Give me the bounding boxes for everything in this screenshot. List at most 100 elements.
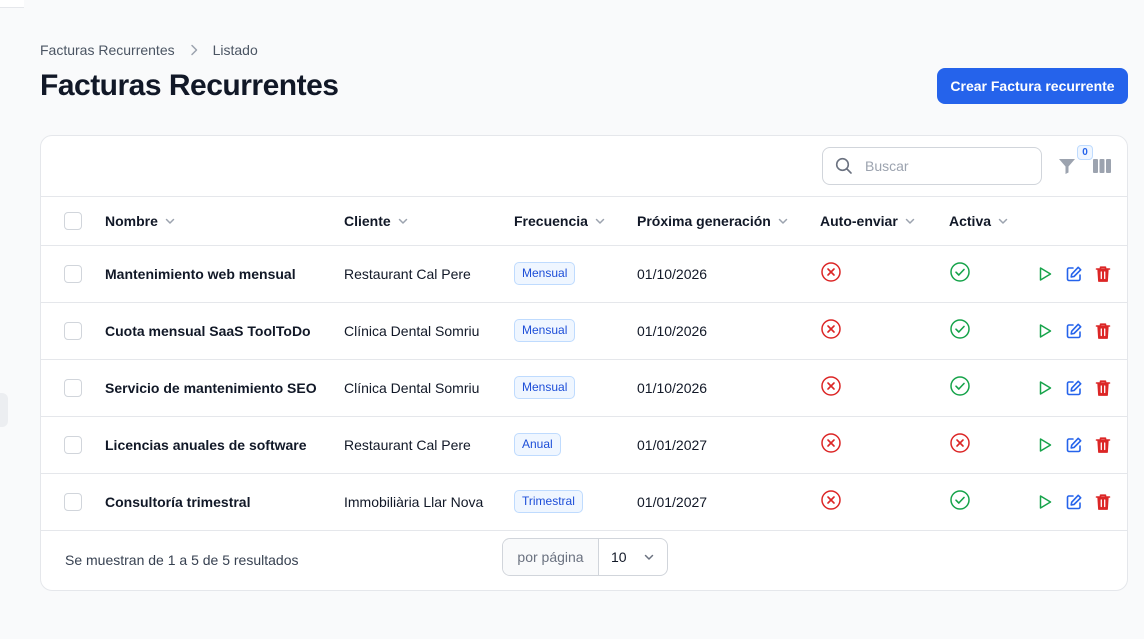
next-generation-date: 01/10/2026 (637, 379, 708, 396)
next-generation-date: 01/01/2027 (637, 493, 708, 510)
edit-icon[interactable] (1065, 265, 1083, 283)
invoice-name: Servicio de mantenimiento SEO (105, 379, 317, 396)
table-footer: Se muestran de 1 a 5 de 5 resultados por… (41, 531, 1127, 591)
invoice-name: Licencias anuales de software (105, 436, 307, 453)
chevron-down-icon (595, 218, 605, 224)
row-actions (1037, 379, 1127, 397)
column-label: Cliente (344, 212, 391, 229)
edit-icon[interactable] (1065, 493, 1083, 511)
row-checkbox[interactable] (64, 264, 82, 283)
column-header-frecuencia[interactable]: Frecuencia (514, 213, 606, 229)
column-label: Nombre (105, 212, 158, 229)
chevron-down-icon (165, 218, 175, 224)
row-actions (1037, 493, 1127, 511)
frequency-badge: Mensual (514, 262, 576, 285)
x-circle-icon (820, 261, 842, 283)
client-name: Restaurant Cal Pere (344, 265, 471, 282)
table-toolbar: 0 (41, 136, 1127, 197)
search-field[interactable] (822, 147, 1042, 185)
chevron-down-icon (998, 218, 1008, 224)
filter-icon[interactable] (1057, 156, 1077, 176)
column-label: Próxima generación (637, 212, 771, 229)
per-page-select[interactable]: 10 (599, 539, 667, 575)
column-header-proxima-generacion[interactable]: Próxima generación (637, 213, 789, 229)
filter-count-badge: 0 (1077, 145, 1093, 160)
top-bar-fragment (0, 0, 24, 8)
invoice-name: Cuota mensual SaaS ToolToDo (105, 322, 311, 339)
check-circle-icon (949, 489, 971, 511)
column-header-auto-enviar[interactable]: Auto-enviar (820, 213, 916, 229)
edit-icon[interactable] (1065, 379, 1083, 397)
page-title: Facturas Recurrentes (40, 69, 339, 102)
client-name: Clínica Dental Somriu (344, 379, 480, 396)
x-circle-icon (949, 432, 971, 454)
table-row[interactable]: Mantenimiento web mensual Restaurant Cal… (41, 245, 1127, 302)
next-generation-date: 01/01/2027 (637, 436, 708, 453)
client-name: Restaurant Cal Pere (344, 436, 471, 453)
trash-icon[interactable] (1095, 265, 1111, 283)
trash-icon[interactable] (1095, 436, 1111, 454)
row-actions (1037, 436, 1127, 454)
row-checkbox[interactable] (64, 378, 82, 397)
column-header-nombre[interactable]: Nombre (105, 213, 176, 229)
recurring-invoices-table-card: 0 Nombre Cliente Frecuencia Próxima gene… (40, 135, 1128, 591)
frequency-badge: Trimestral (514, 490, 583, 513)
edit-icon[interactable] (1065, 436, 1083, 454)
trash-icon[interactable] (1095, 379, 1111, 397)
x-circle-icon (820, 432, 842, 454)
column-label: Activa (949, 212, 992, 229)
check-circle-icon (949, 375, 971, 397)
edit-icon[interactable] (1065, 322, 1083, 340)
table-row[interactable]: Servicio de mantenimiento SEO Clínica De… (41, 359, 1127, 416)
frequency-badge: Mensual (514, 376, 576, 399)
next-generation-date: 01/10/2026 (637, 322, 708, 339)
row-actions (1037, 322, 1127, 340)
per-page-value: 10 (611, 548, 627, 565)
column-header-activa[interactable]: Activa (949, 213, 1009, 229)
columns-toggle-icon[interactable] (1092, 157, 1112, 175)
check-circle-icon (949, 261, 971, 283)
search-input[interactable] (863, 157, 1033, 175)
table-row[interactable]: Licencias anuales de software Restaurant… (41, 416, 1127, 473)
column-label: Auto-enviar (820, 212, 898, 229)
row-checkbox[interactable] (64, 492, 82, 511)
create-recurring-invoice-button[interactable]: Crear Factura recurrente (937, 68, 1128, 104)
chevron-down-icon (778, 218, 788, 224)
row-checkbox[interactable] (64, 321, 82, 340)
select-all-checkbox[interactable] (64, 211, 82, 230)
chevron-right-icon (189, 44, 199, 56)
play-icon[interactable] (1037, 266, 1053, 282)
x-circle-icon (820, 489, 842, 511)
invoice-name: Consultoría trimestral (105, 493, 251, 510)
chevron-down-icon (644, 554, 654, 560)
play-icon[interactable] (1037, 494, 1053, 510)
row-actions (1037, 265, 1127, 283)
x-circle-icon (820, 318, 842, 340)
trash-icon[interactable] (1095, 322, 1111, 340)
invoice-name: Mantenimiento web mensual (105, 265, 296, 282)
next-generation-date: 01/10/2026 (637, 265, 708, 282)
row-checkbox[interactable] (64, 435, 82, 454)
column-header-cliente[interactable]: Cliente (344, 213, 409, 229)
per-page-label: por página (503, 538, 599, 575)
results-summary: Se muestran de 1 a 5 de 5 resultados (65, 551, 299, 568)
table-header-row: Nombre Cliente Frecuencia Próxima genera… (41, 197, 1127, 245)
table-row[interactable]: Cuota mensual SaaS ToolToDo Clínica Dent… (41, 302, 1127, 359)
frequency-badge: Mensual (514, 319, 576, 342)
play-icon[interactable] (1037, 380, 1053, 396)
sidebar-collapse-handle[interactable] (0, 393, 8, 427)
table-row[interactable]: Consultoría trimestral Immobiliària Llar… (41, 473, 1127, 530)
frequency-badge: Anual (514, 433, 561, 456)
breadcrumb-parent-link[interactable]: Facturas Recurrentes (40, 42, 175, 58)
check-circle-icon (949, 318, 971, 340)
chevron-down-icon (398, 218, 407, 224)
client-name: Clínica Dental Somriu (344, 322, 480, 339)
play-icon[interactable] (1037, 323, 1053, 339)
column-label: Frecuencia (514, 212, 588, 229)
breadcrumb-current: Listado (212, 42, 258, 58)
trash-icon[interactable] (1095, 493, 1111, 511)
play-icon[interactable] (1037, 437, 1053, 453)
per-page-selector[interactable]: por página 10 (502, 537, 668, 576)
chevron-down-icon (905, 218, 915, 224)
search-icon (835, 157, 853, 175)
